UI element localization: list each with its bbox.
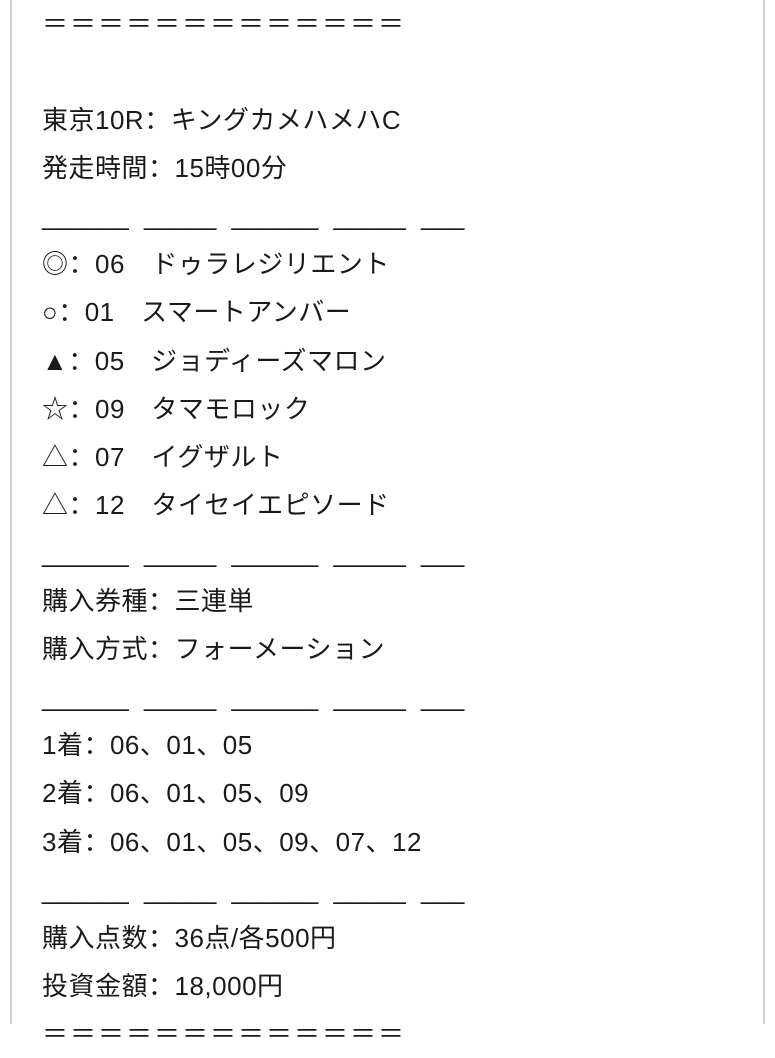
- start-time: 発走時間：15時00分: [42, 144, 733, 192]
- pick-3: ☆：09 タマモロック: [42, 385, 733, 433]
- ticket-type: 購入券種：三連単: [42, 577, 733, 625]
- pick-5: △：12 タイセイエピソード: [42, 481, 733, 529]
- divider-2: ______ _____ ______ _____ ___: [42, 529, 733, 577]
- points: 購入点数：36点/各500円: [42, 914, 733, 962]
- total: 投資金額：18,000円: [42, 962, 733, 1010]
- pick-4: △：07 イグザルト: [42, 433, 733, 481]
- blank-space: [42, 48, 733, 96]
- divider-4: ______ _____ ______ _____ ___: [42, 866, 733, 914]
- pick-0: ◎：06 ドゥラレジリエント: [42, 240, 733, 288]
- document-container: ＝＝＝＝＝＝＝＝＝＝＝＝＝ 東京10R：キングカメハメハC 発走時間：15時00…: [10, 0, 765, 1024]
- divider-1: ______ _____ ______ _____ ___: [42, 192, 733, 240]
- pick-1: ○：01 スマートアンバー: [42, 288, 733, 336]
- placing-1: 1着：06、01、05: [42, 721, 733, 769]
- pick-2: ▲：05 ジョディーズマロン: [42, 337, 733, 385]
- race-header: 東京10R：キングカメハメハC: [42, 96, 733, 144]
- bet-method: 購入方式：フォーメーション: [42, 625, 733, 673]
- separator-top: ＝＝＝＝＝＝＝＝＝＝＝＝＝: [42, 0, 733, 48]
- separator-bottom: ＝＝＝＝＝＝＝＝＝＝＝＝＝: [42, 1010, 733, 1058]
- placing-3: 3着：06、01、05、09、07、12: [42, 818, 733, 866]
- placing-2: 2着：06、01、05、09: [42, 769, 733, 817]
- divider-3: ______ _____ ______ _____ ___: [42, 673, 733, 721]
